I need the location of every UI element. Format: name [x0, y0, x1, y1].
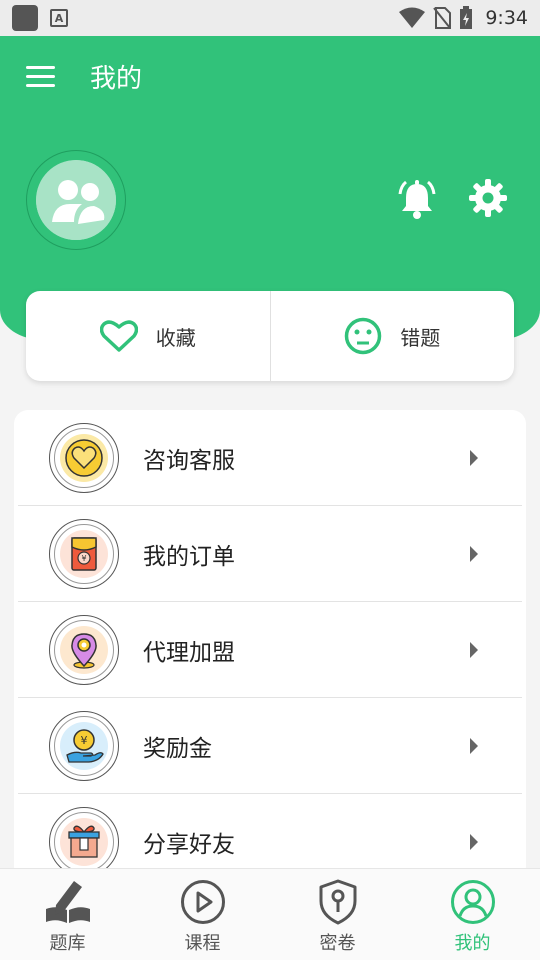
- nav-label: 密卷: [319, 933, 356, 954]
- play-circle-icon: [180, 880, 225, 924]
- nav-label: 题库: [49, 933, 86, 954]
- favorites-label: 收藏: [155, 325, 196, 350]
- location-pin-icon: [60, 625, 108, 674]
- list-item-agency-join[interactable]: 代理加盟: [18, 602, 522, 698]
- battery-icon: [460, 6, 473, 29]
- svg-text:¥: ¥: [81, 734, 88, 747]
- avatar[interactable]: [26, 150, 126, 250]
- user-circle-icon: [450, 880, 495, 924]
- sad-face-icon: [345, 317, 382, 355]
- settings-button[interactable]: [468, 178, 510, 220]
- gear-icon: [469, 179, 507, 217]
- no-sim-icon: [433, 7, 452, 29]
- bell-icon: [398, 180, 436, 219]
- bottom-nav: 题库 课程 密卷 我的: [0, 868, 540, 960]
- chevron-right-icon: [470, 450, 478, 466]
- default-avatar-icon: [36, 160, 116, 240]
- list-item-my-orders[interactable]: ¥ 我的订单: [18, 506, 522, 602]
- tab-courses[interactable]: 课程: [135, 869, 270, 960]
- heart-badge-icon: [60, 433, 108, 482]
- book-pen-icon: [45, 881, 90, 923]
- nav-label: 课程: [184, 933, 221, 954]
- status-bar: A 9:34: [0, 0, 540, 36]
- red-envelope-icon: ¥: [60, 529, 108, 578]
- page-title: 我的: [90, 64, 143, 94]
- chevron-right-icon: [470, 546, 478, 562]
- gift-box-icon: [60, 818, 108, 866]
- clock: 9:34: [485, 7, 528, 29]
- list-item-rewards[interactable]: ¥ 奖励金: [18, 698, 522, 794]
- tab-mine[interactable]: 我的: [405, 869, 540, 960]
- quick-actions-card: 收藏 错题: [26, 291, 514, 381]
- text-notification-icon: A: [50, 9, 68, 27]
- wrong-answers-label: 错题: [400, 325, 441, 350]
- chevron-right-icon: [470, 642, 478, 658]
- svg-text:¥: ¥: [81, 554, 86, 563]
- notification-bell-button[interactable]: [396, 178, 438, 222]
- list-item-label: 我的订单: [143, 543, 235, 570]
- app-notification-icon: [12, 5, 38, 31]
- tab-secret-papers[interactable]: 密卷: [270, 869, 405, 960]
- shield-key-icon: [319, 879, 356, 925]
- list-item-label: 奖励金: [143, 735, 212, 762]
- favorites-button[interactable]: 收藏: [26, 291, 270, 381]
- list-item-label: 代理加盟: [143, 639, 235, 666]
- list-item-customer-service[interactable]: 咨询客服: [18, 410, 522, 506]
- tab-question-bank[interactable]: 题库: [0, 869, 135, 960]
- list-item-label: 分享好友: [143, 832, 235, 858]
- chevron-right-icon: [470, 834, 478, 850]
- menu-button[interactable]: [26, 66, 58, 90]
- list-item-label: 咨询客服: [143, 447, 235, 474]
- nav-label: 我的: [454, 933, 491, 954]
- wifi-icon: [399, 7, 426, 28]
- heart-icon: [99, 320, 138, 352]
- menu-list: 咨询客服 ¥ 我的订单 代理加盟 ¥ 奖励金 分享好友: [14, 410, 526, 880]
- coin-hand-icon: ¥: [60, 721, 108, 770]
- wrong-answers-button[interactable]: 错题: [269, 291, 515, 381]
- chevron-right-icon: [470, 738, 478, 754]
